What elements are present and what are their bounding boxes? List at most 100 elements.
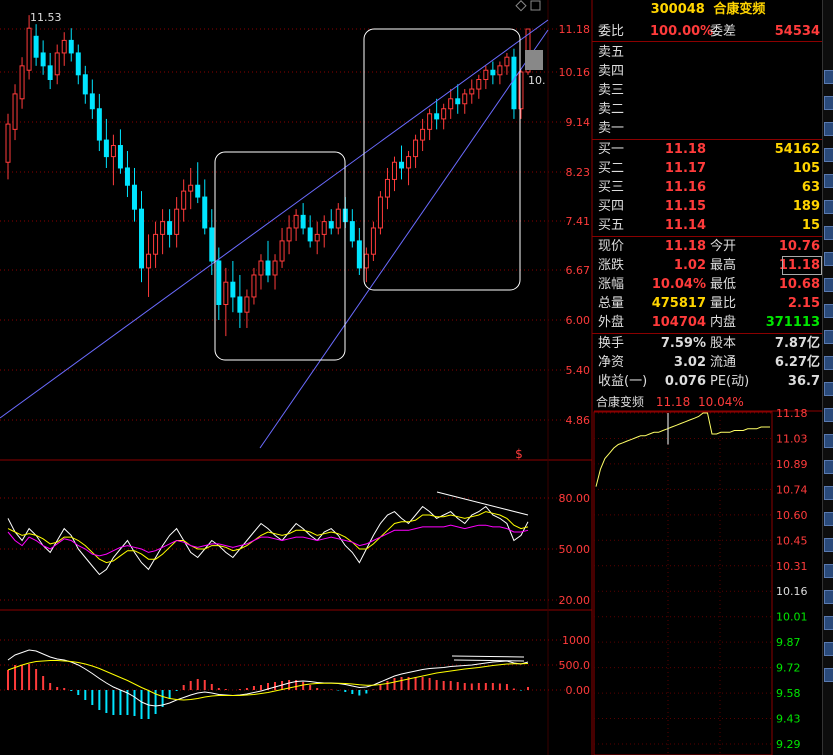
- mini-axis-label: 9.87: [776, 636, 801, 649]
- candle-body: [216, 260, 222, 306]
- toolbar-icon[interactable]: [824, 70, 833, 84]
- buy-level-price: 11.14: [664, 218, 706, 233]
- candle-body: [384, 178, 390, 198]
- candle-body: [258, 260, 264, 276]
- trend-line-upper: [0, 19, 549, 419]
- toolbar-icon[interactable]: [824, 434, 833, 448]
- macd-axis-label: 1000: [562, 634, 590, 647]
- stat-label: 涨跌: [598, 258, 625, 273]
- candle-body: [209, 227, 215, 262]
- sell-level-price: [660, 81, 706, 100]
- candle-body: [223, 281, 229, 306]
- candle-body: [469, 88, 475, 95]
- stat-label: 最高: [710, 258, 737, 273]
- mini-axis-label: 10.60: [776, 509, 808, 522]
- diamond-icon: [515, 0, 527, 12]
- buy-level-label: 买四: [598, 199, 625, 214]
- candle-body: [391, 161, 397, 180]
- toolbar-icon[interactable]: [824, 382, 833, 396]
- sell-level-price: [660, 119, 706, 138]
- fundamental-label: 净资: [598, 355, 625, 370]
- stat-label: 涨幅: [598, 277, 625, 292]
- mini-axis-label: 10.16: [776, 585, 808, 598]
- candle-body: [103, 139, 109, 158]
- candle-body: [272, 260, 278, 276]
- high-price-highlight: [782, 256, 822, 275]
- candle-body: [96, 108, 102, 141]
- stat-label: 今开: [710, 239, 737, 254]
- toolbar-icon[interactable]: [824, 616, 833, 630]
- candle-body: [293, 214, 299, 229]
- annotation-box-2: [363, 28, 521, 291]
- stock-name: 合康变频: [713, 2, 766, 17]
- fundamental-value: 36.7: [787, 374, 820, 389]
- candle-body: [40, 52, 46, 67]
- kdj-k-line: [7, 505, 529, 576]
- candle-body: [26, 27, 32, 71]
- toolbar-icon[interactable]: [824, 304, 833, 318]
- buy-level-volume: 105: [792, 161, 820, 176]
- toolbar-icon[interactable]: [824, 252, 833, 266]
- fundamental-value: 6.27亿: [774, 355, 820, 370]
- toolbar-icon[interactable]: [824, 460, 833, 474]
- candle-body: [75, 52, 81, 76]
- candle-body: [420, 128, 426, 141]
- toolbar-icon[interactable]: [824, 278, 833, 292]
- candle-body: [314, 233, 320, 242]
- toolbar-icon[interactable]: [824, 590, 833, 604]
- toolbar-icon[interactable]: [824, 486, 833, 500]
- candle-body: [5, 123, 11, 163]
- right-edge-label: 10.: [528, 74, 546, 87]
- buy-level-label: 买五: [598, 218, 625, 233]
- toolbar-icon[interactable]: [824, 538, 833, 552]
- candle-body: [265, 260, 271, 276]
- mini-axis-label: 10.74: [776, 483, 808, 496]
- fundamental-label: PE(动): [710, 374, 750, 389]
- candle-body: [174, 208, 180, 235]
- toolbar-icon[interactable]: [824, 96, 833, 110]
- toolbar-icon[interactable]: [824, 174, 833, 188]
- sell-level-volume: [760, 81, 820, 100]
- square-icon: [530, 0, 541, 11]
- sell-level-price: [660, 62, 706, 81]
- candle-body: [188, 184, 194, 192]
- mini-price-line: [595, 412, 770, 487]
- kline-chart[interactable]: 11.18 10.16 9.14 8.23 7.41 6.67 6.00 5.40 4.86 $8…: [0, 0, 833, 755]
- mini-axis-label: 10.31: [776, 560, 808, 573]
- toolbar-icon[interactable]: [824, 512, 833, 526]
- candle-body: [244, 296, 250, 313]
- candle-body: [328, 221, 334, 229]
- candle-body: [160, 221, 166, 235]
- toolbar-icon[interactable]: [824, 642, 833, 656]
- candle-body: [490, 69, 496, 76]
- mini-axis-label: 11.03: [776, 432, 808, 445]
- candle-body: [406, 156, 412, 169]
- kdj-axis-label: 20.00: [559, 594, 591, 607]
- candle-body: [47, 65, 53, 81]
- weicha-value: 54534: [774, 24, 820, 39]
- toolbar-icon[interactable]: [824, 330, 833, 344]
- buy-level-label: 买一: [598, 142, 625, 157]
- toolbar-icon[interactable]: [824, 122, 833, 136]
- toolbar-icon[interactable]: [824, 356, 833, 370]
- candle-body: [131, 184, 137, 210]
- toolbar-icon[interactable]: [824, 200, 833, 214]
- peak-price-label: 11.53: [30, 11, 62, 24]
- macd-axis-label: 500.0: [559, 659, 591, 672]
- fundamental-value: 0.076: [664, 374, 706, 389]
- toolbar-icon[interactable]: [824, 226, 833, 240]
- price-axis-label: 9.14: [566, 116, 591, 129]
- candle-body: [202, 196, 208, 229]
- sell-level-volume: [760, 62, 820, 81]
- candle-body: [19, 65, 25, 100]
- sell-level-price: [660, 43, 706, 62]
- toolbar-icon[interactable]: [824, 148, 833, 162]
- price-axis-label: 6.67: [566, 264, 591, 277]
- toolbar-icon[interactable]: [824, 564, 833, 578]
- toolbar-icon[interactable]: [824, 668, 833, 682]
- mini-axis-label: 9.29: [776, 738, 801, 751]
- sell-level-label: 卖三: [598, 83, 625, 98]
- toolbar-icon[interactable]: [824, 408, 833, 422]
- candle-body: [12, 93, 18, 130]
- candle-body: [33, 35, 39, 58]
